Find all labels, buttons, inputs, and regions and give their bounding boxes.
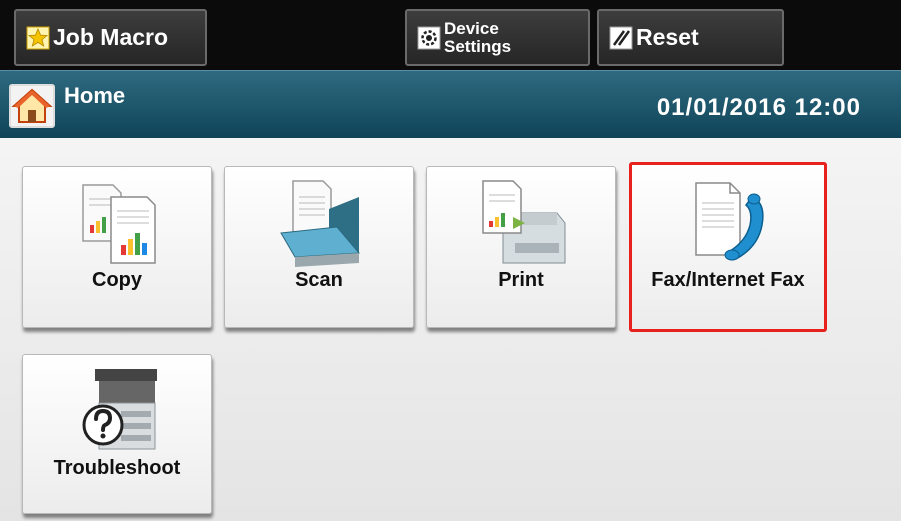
device-settings-button[interactable]: Device Settings <box>405 9 590 66</box>
print-label: Print <box>498 269 544 291</box>
date-time: 01/01/2016 12:00 <box>656 94 861 121</box>
device-settings-label: Device Settings <box>444 18 512 56</box>
home-header: Home 01/01/2016 12:00 <box>0 70 901 138</box>
troubleshoot-label: Troubleshoot <box>53 457 181 479</box>
job-macro-label: Job Macro <box>53 24 169 50</box>
gear-icon <box>417 26 441 49</box>
copy-label: Copy <box>92 269 142 291</box>
reset-icon <box>609 26 633 49</box>
printer-icon <box>482 180 566 264</box>
home-icon <box>9 84 55 128</box>
reset-label: Reset <box>636 24 699 50</box>
star-icon <box>26 26 50 49</box>
scanner-icon <box>280 180 361 267</box>
job-macro-button[interactable]: Job Macro <box>14 9 207 66</box>
print-tile[interactable]: Print <box>426 166 616 328</box>
copy-icon <box>82 184 156 264</box>
page-title: Home <box>64 83 126 108</box>
scan-label: Scan <box>295 269 343 291</box>
fax-internet-fax-tile[interactable]: Fax/Internet Fax <box>629 162 827 332</box>
troubleshoot-icon <box>82 369 157 450</box>
copy-tile[interactable]: Copy <box>22 166 212 328</box>
top-toolbar: Job Macro Device Settings Reset <box>0 0 901 70</box>
fax-phone-icon <box>695 182 764 261</box>
device-panel-screen: Job Macro Device Settings Reset Home 01/… <box>0 0 901 521</box>
reset-button[interactable]: Reset <box>597 9 784 66</box>
fax-internet-fax-label: Fax/Internet Fax <box>651 269 805 291</box>
scan-tile[interactable]: Scan <box>224 166 414 328</box>
troubleshoot-tile[interactable]: Troubleshoot <box>22 354 212 514</box>
